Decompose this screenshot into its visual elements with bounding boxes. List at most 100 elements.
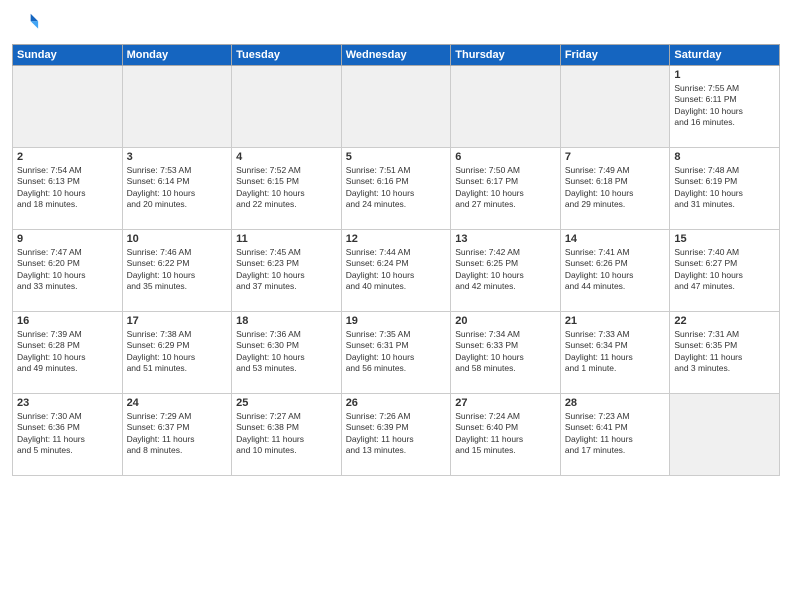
day-info: Sunrise: 7:50 AM Sunset: 6:17 PM Dayligh…	[455, 165, 556, 211]
day-info: Sunrise: 7:33 AM Sunset: 6:34 PM Dayligh…	[565, 329, 666, 375]
calendar-day-cell	[232, 66, 342, 148]
calendar-day-cell: 7 Sunrise: 7:49 AM Sunset: 6:18 PM Daylig…	[560, 148, 670, 230]
day-info: Sunrise: 7:38 AM Sunset: 6:29 PM Dayligh…	[127, 329, 228, 375]
day-info: Sunrise: 7:42 AM Sunset: 6:25 PM Dayligh…	[455, 247, 556, 293]
day-number: 26	[346, 397, 447, 409]
day-number: 28	[565, 397, 666, 409]
day-number: 6	[455, 151, 556, 163]
calendar-day-cell: 11 Sunrise: 7:45 AM Sunset: 6:23 PM Dayli…	[232, 230, 342, 312]
day-info: Sunrise: 7:45 AM Sunset: 6:23 PM Dayligh…	[236, 247, 337, 293]
calendar-day-cell: 6 Sunrise: 7:50 AM Sunset: 6:17 PM Daylig…	[451, 148, 561, 230]
calendar-body: 1 Sunrise: 7:55 AM Sunset: 6:11 PM Daylig…	[13, 66, 780, 476]
day-number: 19	[346, 315, 447, 327]
weekday-header-cell: Sunday	[13, 45, 123, 66]
day-info: Sunrise: 7:53 AM Sunset: 6:14 PM Dayligh…	[127, 165, 228, 211]
calendar-day-cell	[451, 66, 561, 148]
day-number: 17	[127, 315, 228, 327]
calendar-day-cell: 15 Sunrise: 7:40 AM Sunset: 6:27 PM Dayli…	[670, 230, 780, 312]
calendar-week-row: 1 Sunrise: 7:55 AM Sunset: 6:11 PM Daylig…	[13, 66, 780, 148]
calendar-day-cell: 25 Sunrise: 7:27 AM Sunset: 6:38 PM Dayli…	[232, 394, 342, 476]
day-number: 4	[236, 151, 337, 163]
calendar-day-cell: 16 Sunrise: 7:39 AM Sunset: 6:28 PM Dayli…	[13, 312, 123, 394]
calendar-day-cell: 4 Sunrise: 7:52 AM Sunset: 6:15 PM Daylig…	[232, 148, 342, 230]
day-info: Sunrise: 7:46 AM Sunset: 6:22 PM Dayligh…	[127, 247, 228, 293]
day-info: Sunrise: 7:34 AM Sunset: 6:33 PM Dayligh…	[455, 329, 556, 375]
day-info: Sunrise: 7:49 AM Sunset: 6:18 PM Dayligh…	[565, 165, 666, 211]
calendar-day-cell: 21 Sunrise: 7:33 AM Sunset: 6:34 PM Dayli…	[560, 312, 670, 394]
day-number: 8	[674, 151, 775, 163]
calendar-day-cell: 5 Sunrise: 7:51 AM Sunset: 6:16 PM Daylig…	[341, 148, 451, 230]
header	[12, 10, 780, 38]
calendar-day-cell: 27 Sunrise: 7:24 AM Sunset: 6:40 PM Dayli…	[451, 394, 561, 476]
day-number: 25	[236, 397, 337, 409]
day-number: 27	[455, 397, 556, 409]
calendar-day-cell: 28 Sunrise: 7:23 AM Sunset: 6:41 PM Dayli…	[560, 394, 670, 476]
logo-icon	[12, 10, 40, 38]
calendar-day-cell: 3Sunrise: 7:53 AM Sunset: 6:14 PM Daylig…	[122, 148, 232, 230]
day-info: Sunrise: 7:23 AM Sunset: 6:41 PM Dayligh…	[565, 411, 666, 457]
weekday-header-cell: Monday	[122, 45, 232, 66]
calendar-day-cell	[560, 66, 670, 148]
calendar-day-cell: 20 Sunrise: 7:34 AM Sunset: 6:33 PM Dayli…	[451, 312, 561, 394]
day-number: 14	[565, 233, 666, 245]
day-info: Sunrise: 7:44 AM Sunset: 6:24 PM Dayligh…	[346, 247, 447, 293]
calendar-day-cell: 17 Sunrise: 7:38 AM Sunset: 6:29 PM Dayli…	[122, 312, 232, 394]
day-number: 20	[455, 315, 556, 327]
day-number: 5	[346, 151, 447, 163]
calendar-week-row: 9Sunrise: 7:47 AM Sunset: 6:20 PM Daylig…	[13, 230, 780, 312]
day-info: Sunrise: 7:30 AM Sunset: 6:36 PM Dayligh…	[17, 411, 118, 457]
calendar-day-cell: 2 Sunrise: 7:54 AM Sunset: 6:13 PM Daylig…	[13, 148, 123, 230]
logo	[12, 10, 44, 38]
calendar-week-row: 23 Sunrise: 7:30 AM Sunset: 6:36 PM Dayli…	[13, 394, 780, 476]
day-number: 22	[674, 315, 775, 327]
day-number: 15	[674, 233, 775, 245]
day-number: 24	[127, 397, 228, 409]
day-info: Sunrise: 7:27 AM Sunset: 6:38 PM Dayligh…	[236, 411, 337, 457]
calendar-week-row: 16 Sunrise: 7:39 AM Sunset: 6:28 PM Dayli…	[13, 312, 780, 394]
day-number: 11	[236, 233, 337, 245]
day-info: Sunrise: 7:26 AM Sunset: 6:39 PM Dayligh…	[346, 411, 447, 457]
day-info: Sunrise: 7:51 AM Sunset: 6:16 PM Dayligh…	[346, 165, 447, 211]
day-number: 21	[565, 315, 666, 327]
calendar-day-cell	[13, 66, 123, 148]
day-info: Sunrise: 7:36 AM Sunset: 6:30 PM Dayligh…	[236, 329, 337, 375]
day-info: Sunrise: 7:55 AM Sunset: 6:11 PM Dayligh…	[674, 83, 775, 129]
day-info: Sunrise: 7:31 AM Sunset: 6:35 PM Dayligh…	[674, 329, 775, 375]
calendar-day-cell: 8 Sunrise: 7:48 AM Sunset: 6:19 PM Daylig…	[670, 148, 780, 230]
day-number: 1	[674, 69, 775, 81]
weekday-header-cell: Thursday	[451, 45, 561, 66]
day-number: 12	[346, 233, 447, 245]
day-number: 13	[455, 233, 556, 245]
calendar-day-cell: 18 Sunrise: 7:36 AM Sunset: 6:30 PM Dayli…	[232, 312, 342, 394]
calendar-day-cell: 12 Sunrise: 7:44 AM Sunset: 6:24 PM Dayli…	[341, 230, 451, 312]
day-info: Sunrise: 7:48 AM Sunset: 6:19 PM Dayligh…	[674, 165, 775, 211]
day-info: Sunrise: 7:52 AM Sunset: 6:15 PM Dayligh…	[236, 165, 337, 211]
day-number: 23	[17, 397, 118, 409]
calendar-day-cell: 13 Sunrise: 7:42 AM Sunset: 6:25 PM Dayli…	[451, 230, 561, 312]
day-info: Sunrise: 7:39 AM Sunset: 6:28 PM Dayligh…	[17, 329, 118, 375]
day-info: Sunrise: 7:54 AM Sunset: 6:13 PM Dayligh…	[17, 165, 118, 211]
weekday-header: SundayMondayTuesdayWednesdayThursdayFrid…	[13, 45, 780, 66]
day-number: 7	[565, 151, 666, 163]
calendar-day-cell: 9Sunrise: 7:47 AM Sunset: 6:20 PM Daylig…	[13, 230, 123, 312]
calendar-day-cell: 1 Sunrise: 7:55 AM Sunset: 6:11 PM Daylig…	[670, 66, 780, 148]
day-number: 16	[17, 315, 118, 327]
weekday-header-cell: Tuesday	[232, 45, 342, 66]
calendar-day-cell	[670, 394, 780, 476]
calendar-day-cell: 22 Sunrise: 7:31 AM Sunset: 6:35 PM Dayli…	[670, 312, 780, 394]
calendar-day-cell: 26 Sunrise: 7:26 AM Sunset: 6:39 PM Dayli…	[341, 394, 451, 476]
calendar-table: SundayMondayTuesdayWednesdayThursdayFrid…	[12, 44, 780, 476]
day-number: 9	[17, 233, 118, 245]
weekday-header-cell: Saturday	[670, 45, 780, 66]
day-info: Sunrise: 7:40 AM Sunset: 6:27 PM Dayligh…	[674, 247, 775, 293]
calendar-day-cell: 24 Sunrise: 7:29 AM Sunset: 6:37 PM Dayli…	[122, 394, 232, 476]
calendar-day-cell: 19Sunrise: 7:35 AM Sunset: 6:31 PM Dayli…	[341, 312, 451, 394]
day-info: Sunrise: 7:29 AM Sunset: 6:37 PM Dayligh…	[127, 411, 228, 457]
calendar-day-cell	[122, 66, 232, 148]
calendar-day-cell: 23 Sunrise: 7:30 AM Sunset: 6:36 PM Dayli…	[13, 394, 123, 476]
day-number: 18	[236, 315, 337, 327]
day-info: Sunrise: 7:24 AM Sunset: 6:40 PM Dayligh…	[455, 411, 556, 457]
day-number: 2	[17, 151, 118, 163]
calendar-day-cell	[341, 66, 451, 148]
weekday-header-cell: Wednesday	[341, 45, 451, 66]
